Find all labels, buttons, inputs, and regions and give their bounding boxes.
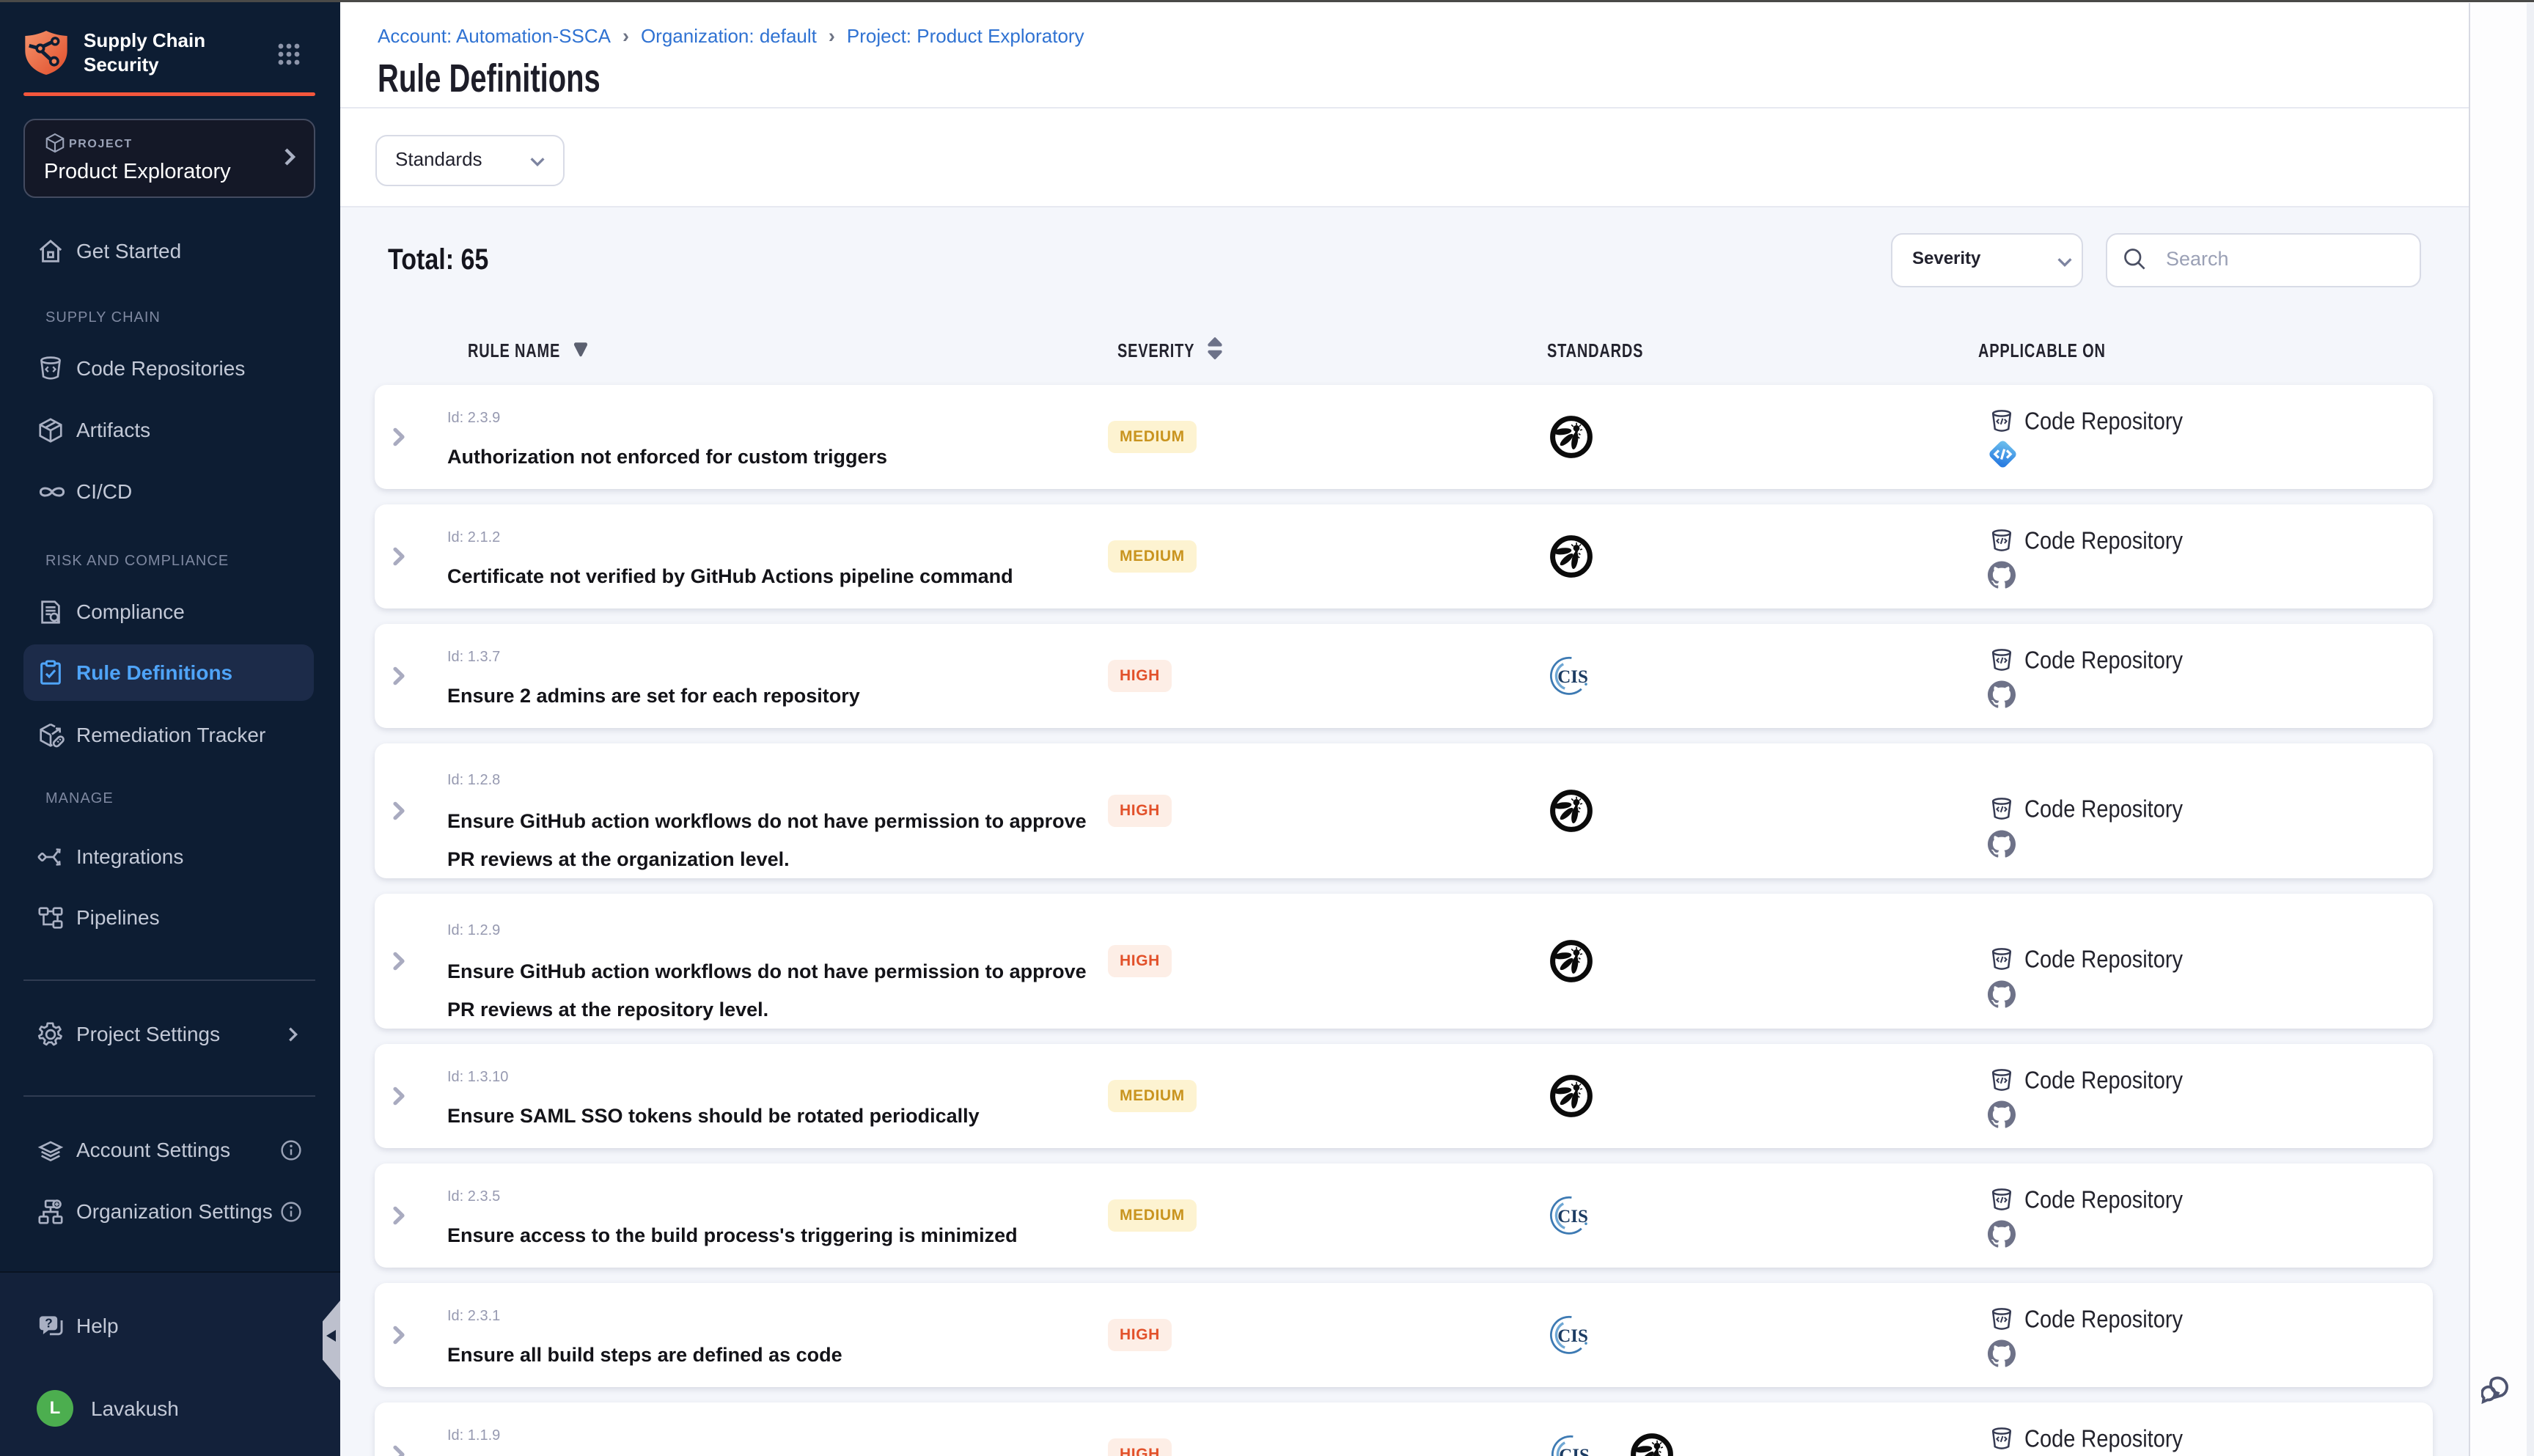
svg-text:?: ? [45, 1317, 52, 1331]
